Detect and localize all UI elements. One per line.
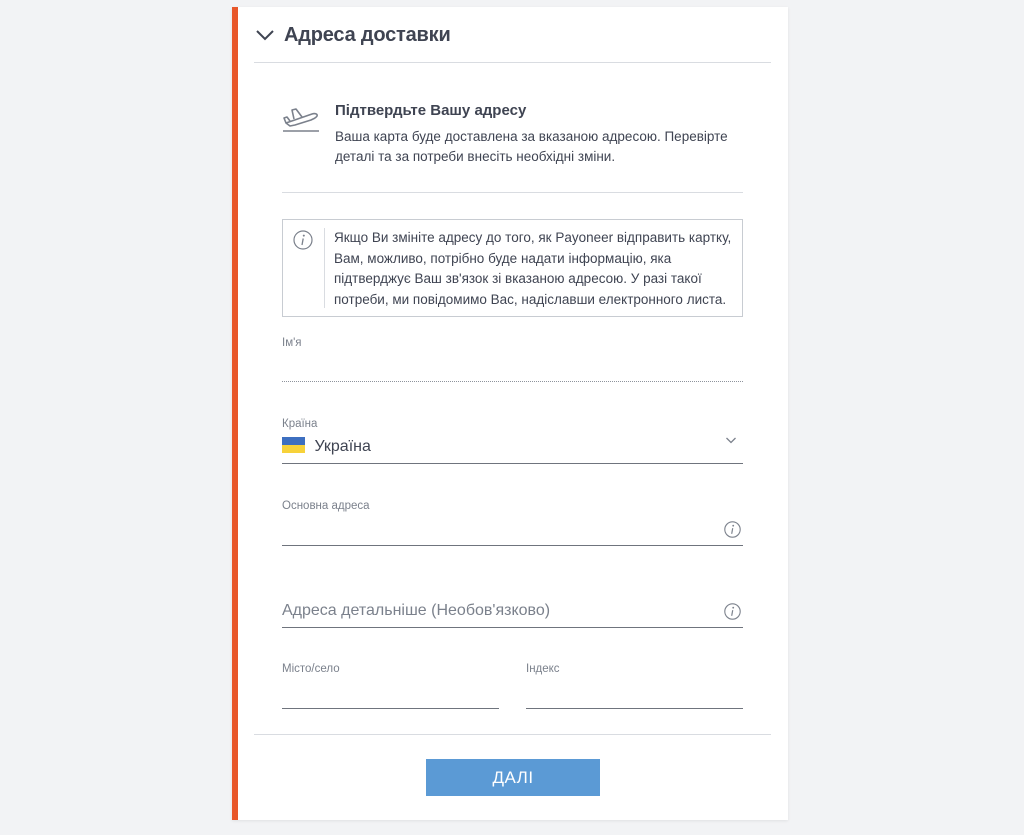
address1-underline — [282, 545, 743, 546]
info-icon[interactable] — [724, 603, 741, 620]
chevron-down-icon[interactable] — [254, 24, 276, 46]
confirm-text: Ваша карта буде доставлена за вказаною а… — [335, 129, 728, 164]
airplane-icon — [283, 108, 319, 132]
address2-field[interactable]: Адреса детальніше (Необов'язково) — [282, 582, 743, 629]
confirm-title: Підтвердьте Вашу адресу — [335, 102, 527, 119]
address2-input[interactable]: Адреса детальніше (Необов'язково) — [282, 602, 550, 620]
address1-label: Основна адреса — [282, 500, 370, 512]
accent-bar — [232, 7, 238, 820]
name-label: Ім'я — [282, 337, 302, 349]
section-header[interactable]: Адреса доставки — [254, 21, 451, 49]
city-label: Місто/село — [282, 663, 340, 675]
info-text: Якщо Ви змініте адресу до того, як Payon… — [334, 230, 732, 307]
info-icon — [293, 230, 313, 250]
info-icon-container — [283, 220, 325, 316]
address2-underline — [282, 627, 743, 628]
zip-label: Індекс — [526, 663, 560, 675]
country-value: Україна — [314, 438, 371, 455]
city-underline — [282, 708, 499, 709]
section-title: Адреса доставки — [284, 23, 451, 46]
country-selected[interactable]: Україна — [282, 436, 371, 456]
info-icon[interactable] — [724, 521, 741, 538]
name-underline — [282, 381, 743, 382]
country-select[interactable]: Країна Україна — [282, 418, 743, 465]
chevron-down-icon[interactable] — [725, 434, 737, 446]
country-label: Країна — [282, 418, 318, 430]
address1-field[interactable]: Основна адреса — [282, 500, 743, 547]
info-notice: Якщо Ви змініте адресу до того, як Payon… — [282, 219, 743, 317]
divider — [254, 734, 771, 735]
delivery-address-card: Адреса доставки Підтвердьте Вашу адресу … — [232, 7, 788, 820]
zip-field[interactable]: Індекс — [526, 663, 743, 710]
city-field[interactable]: Місто/село — [282, 663, 499, 710]
ukraine-flag-icon — [282, 436, 305, 453]
divider — [254, 62, 771, 63]
zip-underline — [526, 708, 743, 709]
divider — [282, 192, 743, 193]
next-button[interactable]: ДАЛІ — [426, 759, 600, 796]
name-field[interactable]: Ім'я — [282, 337, 743, 383]
country-underline — [282, 463, 743, 464]
